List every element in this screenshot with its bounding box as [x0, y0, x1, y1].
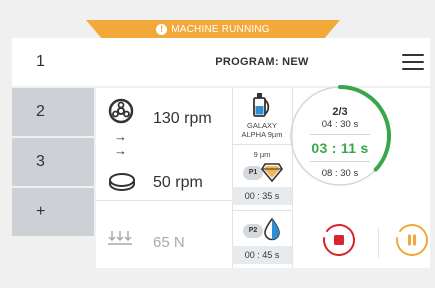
rotation-arrow-icon: →	[114, 129, 127, 144]
sidebar-item-label: 3	[36, 153, 45, 170]
grain-size: 9 µm	[253, 150, 271, 159]
sidebar-item-2[interactable]: 2	[12, 88, 94, 136]
platen-speed: 50 rpm	[153, 174, 203, 191]
app-frame: ! MACHINE RUNNING 1 2 3 + PROGRAM: NEW 1…	[0, 0, 435, 288]
stop-icon	[334, 235, 344, 245]
bottle-icon	[253, 93, 270, 117]
step-sidebar: 1 2 3 +	[12, 38, 94, 236]
platen-icon	[109, 173, 135, 191]
sidebar-item-1[interactable]: 1	[12, 38, 94, 86]
load-force: 65 N	[153, 234, 185, 251]
pause-button[interactable]	[395, 223, 429, 257]
step-counter: 2/3	[332, 106, 348, 118]
p2-time: 00 : 45 s	[232, 246, 292, 264]
consumables-column: GALAXY ALPHA 9µm 9 µm P1 00 : 35 s P2 00…	[232, 88, 292, 268]
abrasive-name-line2: ALPHA 9µm	[241, 130, 283, 139]
head-speed: 130 rpm	[153, 110, 212, 127]
warning-icon: !	[156, 23, 168, 35]
rotation-arrow-icon: →	[114, 143, 127, 158]
pause-icon	[408, 234, 411, 246]
p1-badge: P1	[243, 166, 263, 180]
abrasive-name-line1: GALAXY	[246, 121, 277, 130]
diamond-icon	[261, 163, 283, 183]
speed-column: 130 rpm → → 50 rpm 65 N	[96, 88, 232, 268]
status-text: MACHINE RUNNING	[171, 23, 270, 35]
sidebar-item-add[interactable]: +	[12, 188, 94, 236]
total-time: 08 : 30 s	[321, 168, 359, 179]
program-header: PROGRAM: NEW	[94, 38, 430, 86]
add-step-label: +	[36, 203, 46, 220]
step-panel: 130 rpm → → 50 rpm 65 N GALAXY ALPHA 9µm…	[96, 85, 430, 268]
force-arrows-icon	[108, 231, 132, 245]
sidebar-item-3[interactable]: 3	[12, 138, 94, 186]
p2-badge: P2	[243, 224, 263, 238]
stop-button[interactable]	[322, 223, 356, 257]
p1-time: 00 : 35 s	[232, 187, 292, 205]
sidebar-item-label: 2	[36, 103, 45, 120]
step-time: 04 : 30 s	[321, 119, 359, 130]
droplet-icon	[264, 217, 280, 241]
sidebar-item-label: 1	[36, 53, 45, 70]
hamburger-menu-icon[interactable]	[402, 54, 424, 70]
head-disc-icon	[108, 98, 134, 124]
program-title: PROGRAM: NEW	[215, 56, 309, 68]
elapsed-time: 03 : 11 s	[311, 140, 369, 156]
status-banner: ! MACHINE RUNNING	[86, 20, 340, 38]
